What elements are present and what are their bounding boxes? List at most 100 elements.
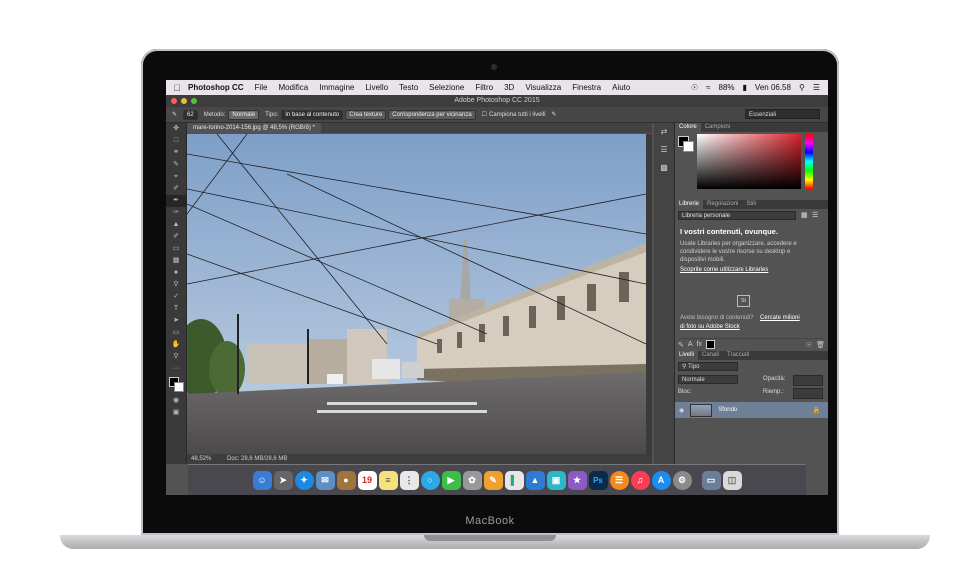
photoshop-icon[interactable]: Ps [588,470,608,490]
type-tool-icon[interactable]: T [166,303,186,315]
stock-link-2[interactable]: di foto su Adobe Stock [680,324,740,330]
visibility-eye-icon[interactable]: ◉ [679,407,684,414]
pressure-icon[interactable]: ✎ [551,111,556,118]
fill-input[interactable] [793,388,823,399]
trash-can-icon[interactable]: ◫ [722,470,742,490]
menu-aiuto[interactable]: Aiuto [612,83,630,92]
tab-canali[interactable]: Canali [698,351,723,360]
more-tools-icon[interactable]: ··· [166,363,186,375]
brush-size-picker[interactable]: 62 [183,109,198,120]
pages-icon[interactable]: ✎ [483,470,503,490]
library-select[interactable]: Libreria personale [678,211,796,220]
menu-app-name[interactable]: Photoshop CC [188,83,244,92]
safari-icon[interactable]: ✦ [294,470,314,490]
menu-filtro[interactable]: Filtro [475,83,493,92]
quick-mask-icon[interactable]: ◉ [166,395,186,407]
menu-immagine[interactable]: Immagine [319,83,354,92]
history-brush-tool-icon[interactable]: ✐ [166,231,186,243]
healing-tool-icon[interactable]: ✒ [166,195,186,207]
launchpad-icon[interactable]: ➤ [273,470,293,490]
color-picker[interactable] [675,132,828,200]
move-tool-icon[interactable]: ✥ [166,123,186,135]
reminders-icon[interactable]: ⋮ [399,470,419,490]
maximize-icon[interactable] [191,98,197,104]
gradient-tool-icon[interactable]: ▩ [166,255,186,267]
doc-size[interactable]: Doc: 28,6 MB/28,6 MB [227,456,287,462]
background-swatch[interactable] [683,141,694,152]
dodge-tool-icon[interactable]: ⚲ [166,279,186,291]
app-store-icon[interactable]: A [651,470,671,490]
downloads-folder-icon[interactable]: ▭ [701,470,721,490]
eyedropper-tool-icon[interactable]: ✐ [166,183,186,195]
add-color-icon[interactable] [706,340,715,349]
lasso-tool-icon[interactable]: ⚭ [166,147,186,159]
pen-tool-icon[interactable]: ✓ [166,291,186,303]
add-text-icon[interactable]: A [688,341,693,348]
adjust-icon[interactable]: ▩ [654,159,674,177]
layer-name[interactable]: Sfondo [718,407,737,413]
tab-colore[interactable]: Colore [675,123,701,132]
notes-icon[interactable]: ≡ [378,470,398,490]
blur-tool-icon[interactable]: ● [166,267,186,279]
tipo-texture-button[interactable]: Crea texture [345,109,387,120]
trash-icon[interactable]: 🗑 [816,341,825,349]
mail-icon[interactable]: ✉ [315,470,335,490]
wifi-icon[interactable]: ≈ [706,83,710,92]
opacity-input[interactable] [793,375,823,386]
spotlight-icon[interactable]: ⚲ [799,83,805,92]
menu-visualizza[interactable]: Visualizza [525,83,561,92]
apple-menu-icon[interactable]:  [166,83,188,93]
close-icon[interactable] [171,98,177,104]
itunes-icon[interactable]: ♫ [630,470,650,490]
menu-file[interactable]: File [255,83,268,92]
document-tab[interactable]: mare-torino-2014-156.jpg @ 48,5% (RGB/8)… [187,123,321,133]
menu-livello[interactable]: Livello [365,83,388,92]
tab-tracciati[interactable]: Tracciati [723,351,753,360]
crop-tool-icon[interactable]: ⌖ [166,171,186,183]
marquee-tool-icon[interactable]: □ [166,135,186,147]
add-graphic-icon[interactable]: ✎ [678,341,684,349]
tab-regolazioni[interactable]: Regolazioni [703,200,742,209]
stamp-tool-icon[interactable]: ▲ [166,219,186,231]
workspace-select[interactable]: Essenziali [745,109,820,119]
brush-tool-icon[interactable]: ✑ [166,207,186,219]
keynote-icon[interactable]: ▲ [525,470,545,490]
blend-mode-select[interactable]: Normale [678,375,738,384]
tipo-content-aware-button[interactable]: In base al contenuto [281,109,344,120]
grid-view-icon[interactable]: ▦ [801,211,808,219]
numbers-icon[interactable]: ▌ [504,470,524,490]
photos-icon[interactable]: ✿ [462,470,482,490]
tab-livelli[interactable]: Livelli [675,351,699,360]
healing-brush-icon[interactable]: ✎ [172,111,177,118]
zoom-level[interactable]: 48,52% [191,456,211,462]
contacts-icon[interactable]: ● [336,470,356,490]
properties-icon[interactable]: ☰ [654,141,674,159]
tab-stili[interactable]: Stili [742,200,760,209]
menu-modifica[interactable]: Modifica [278,83,308,92]
menu-testo[interactable]: Testo [399,83,418,92]
tab-librerie[interactable]: Librerie [675,200,704,209]
menu-3d[interactable]: 3D [504,83,514,92]
canvas-vertical-scrollbar[interactable] [646,134,652,454]
quick-select-tool-icon[interactable]: ✎ [166,159,186,171]
finder-icon[interactable]: ☺ [252,470,272,490]
metodo-select[interactable]: Normale [228,109,260,120]
menu-clock[interactable]: Ven 06.58 [755,83,791,92]
zoom-tool-icon[interactable]: ⚲ [166,351,186,363]
tab-campioni[interactable]: Campioni [701,123,734,132]
tipo-proximity-button[interactable]: Corrispondenza per vicinanza [388,109,476,120]
color-field[interactable] [697,134,801,189]
messages-icon[interactable]: ○ [420,470,440,490]
preview-icon[interactable]: ▣ [546,470,566,490]
color-swatch-icon[interactable] [166,375,186,395]
system-preferences-icon[interactable]: ⚙ [672,470,692,490]
add-fx-icon[interactable]: fx [697,341,702,348]
sample-all-checkbox[interactable]: ☐ [482,111,487,118]
notification-center-icon[interactable]: ☰ [813,83,820,92]
stock-link-1[interactable]: Cercate milioni [760,315,800,321]
path-select-tool-icon[interactable]: ➤ [166,315,186,327]
cc-icon[interactable]: ☉ [806,341,812,349]
image-canvas[interactable] [187,134,646,454]
layer-row[interactable]: ◉ Sfondo 🔒 [675,402,828,418]
history-icon[interactable]: ⇄ [654,123,674,141]
